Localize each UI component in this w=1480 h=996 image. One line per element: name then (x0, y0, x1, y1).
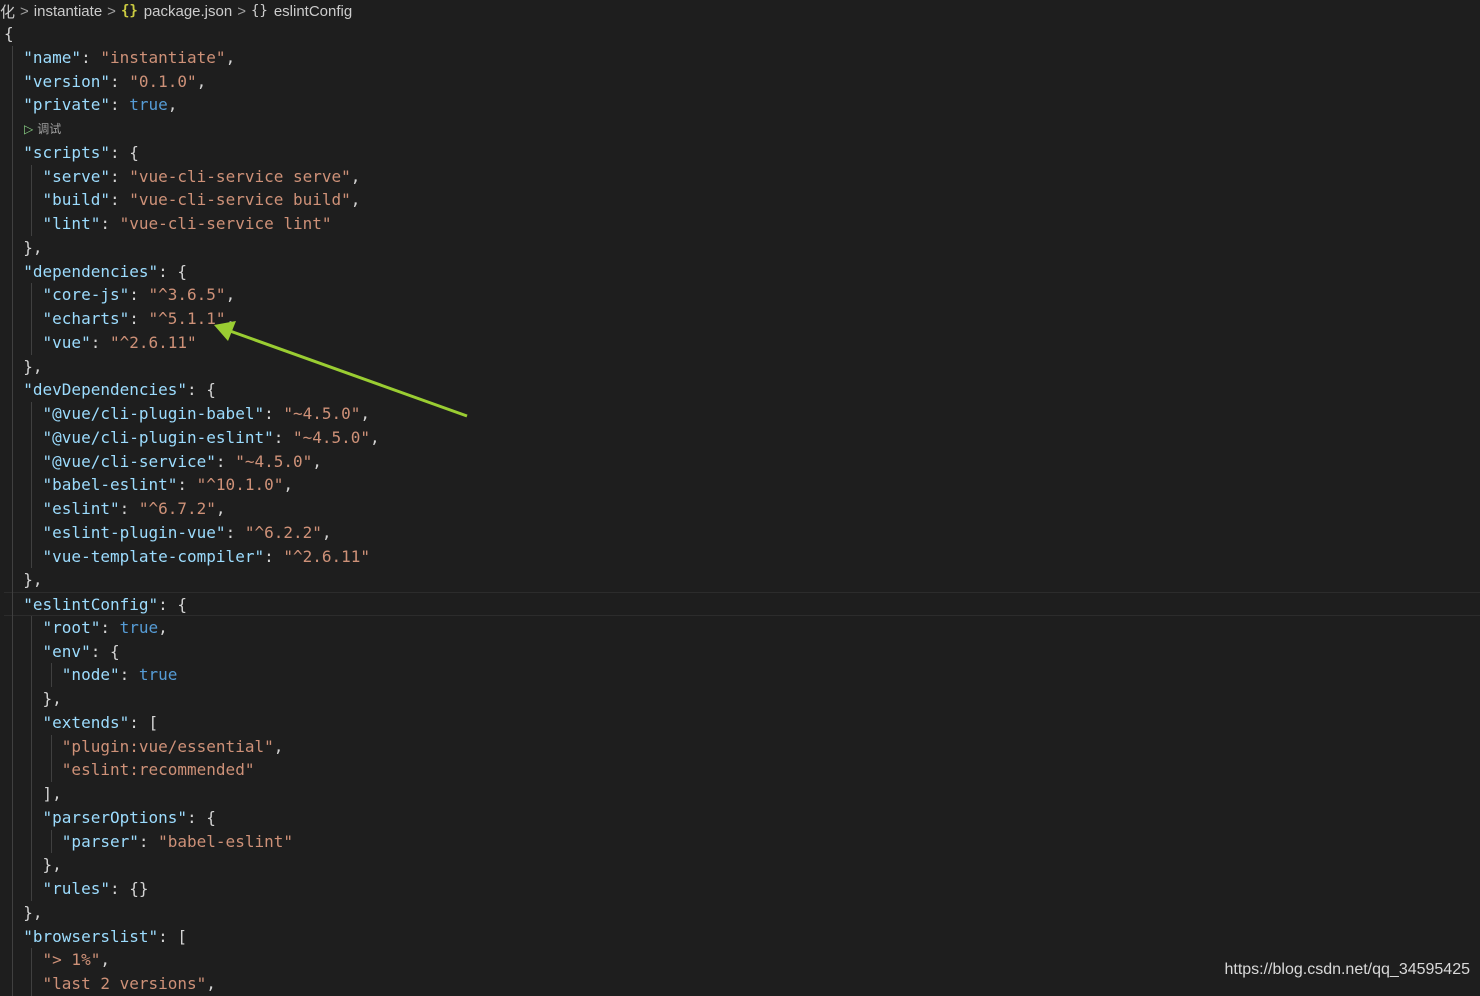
watermark: https://blog.csdn.net/qq_34595425 (1224, 961, 1470, 978)
annotation-arrow (214, 321, 468, 418)
annotation-arrow-shaft (229, 329, 468, 418)
